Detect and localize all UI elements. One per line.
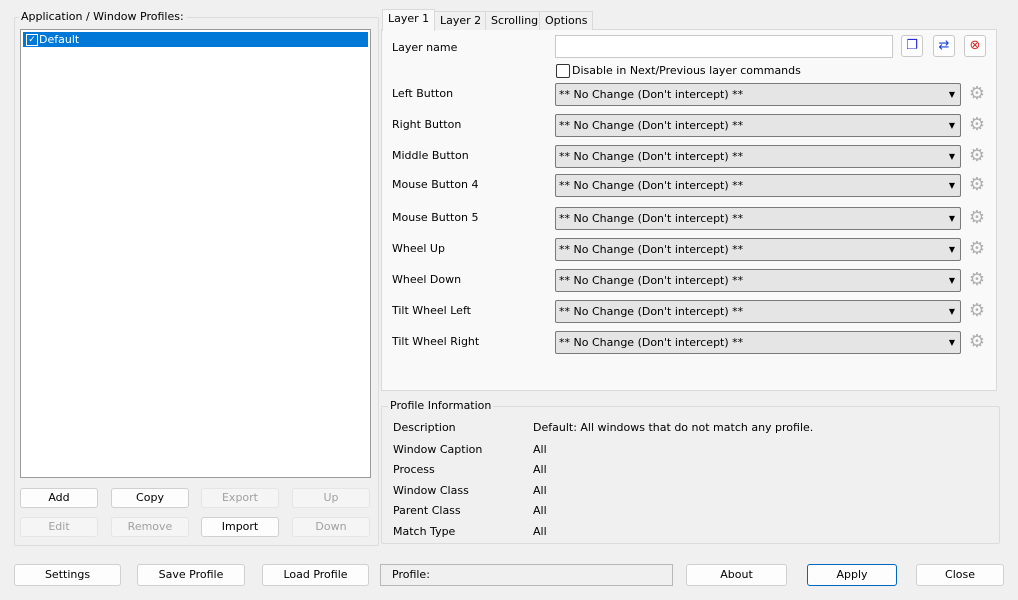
up-button[interactable]: Up bbox=[292, 488, 370, 508]
row-label: Tilt Wheel Left bbox=[392, 304, 471, 317]
info-key: Match Type bbox=[393, 525, 456, 538]
info-value: All bbox=[533, 525, 547, 538]
row-label: Right Button bbox=[392, 118, 462, 131]
dropdown-value: ** No Change (Don't intercept) ** bbox=[559, 179, 744, 192]
chevron-down-icon: ▼ bbox=[948, 276, 955, 285]
layer-name-label: Layer name bbox=[392, 41, 458, 54]
load-profile-button[interactable]: Load Profile bbox=[262, 564, 369, 586]
info-value: All bbox=[533, 443, 547, 456]
info-key: Window Class bbox=[393, 484, 469, 497]
save-profile-button[interactable]: Save Profile bbox=[137, 564, 245, 586]
profile-status-text: Profile: bbox=[392, 568, 430, 581]
action-dropdown[interactable]: ** No Change (Don't intercept) ** ▼ bbox=[555, 145, 961, 168]
export-button[interactable]: Export bbox=[201, 488, 279, 508]
row-label: Wheel Up bbox=[392, 242, 445, 255]
action-dropdown[interactable]: ** No Change (Don't intercept) ** ▼ bbox=[555, 300, 961, 323]
chevron-down-icon: ▼ bbox=[948, 181, 955, 190]
action-dropdown[interactable]: ** No Change (Don't intercept) ** ▼ bbox=[555, 114, 961, 137]
chevron-down-icon: ▼ bbox=[948, 121, 955, 130]
row-label: Mouse Button 5 bbox=[392, 211, 479, 224]
profiles-title: Application / Window Profiles: bbox=[19, 10, 186, 23]
row-label: Middle Button bbox=[392, 149, 469, 162]
profile-status-field: Profile: bbox=[380, 564, 673, 586]
chevron-down-icon: ▼ bbox=[948, 245, 955, 254]
about-button[interactable]: About bbox=[686, 564, 787, 586]
dropdown-value: ** No Change (Don't intercept) ** bbox=[559, 336, 744, 349]
dropdown-value: ** No Change (Don't intercept) ** bbox=[559, 274, 744, 287]
disable-label: Disable in Next/Previous layer commands bbox=[572, 64, 801, 77]
gear-icon[interactable]: ⚙ bbox=[967, 175, 987, 195]
gear-icon[interactable]: ⚙ bbox=[967, 239, 987, 259]
down-button[interactable]: Down bbox=[292, 517, 370, 537]
dropdown-value: ** No Change (Don't intercept) ** bbox=[559, 243, 744, 256]
row-label: Left Button bbox=[392, 87, 454, 100]
action-dropdown[interactable]: ** No Change (Don't intercept) ** ▼ bbox=[555, 207, 961, 230]
info-value: All bbox=[533, 504, 547, 517]
tab-options[interactable]: Options bbox=[539, 11, 594, 30]
chevron-down-icon: ▼ bbox=[948, 90, 955, 99]
action-dropdown[interactable]: ** No Change (Don't intercept) ** ▼ bbox=[555, 174, 961, 197]
info-key: Process bbox=[393, 463, 435, 476]
row-label: Wheel Down bbox=[392, 273, 462, 286]
chevron-down-icon: ▼ bbox=[948, 214, 955, 223]
gear-icon[interactable]: ⚙ bbox=[967, 208, 987, 228]
gear-icon[interactable]: ⚙ bbox=[967, 301, 987, 321]
tab-layer-2[interactable]: Layer 2 bbox=[434, 11, 488, 30]
close-button[interactable]: Close bbox=[916, 564, 1004, 586]
chevron-down-icon: ▼ bbox=[948, 338, 955, 347]
chevron-down-icon: ▼ bbox=[948, 152, 955, 161]
clear-layer-icon[interactable]: ⊗ bbox=[964, 35, 986, 57]
action-dropdown[interactable]: ** No Change (Don't intercept) ** ▼ bbox=[555, 331, 961, 354]
gear-icon[interactable]: ⚙ bbox=[967, 84, 987, 104]
gear-icon[interactable]: ⚙ bbox=[967, 270, 987, 290]
dropdown-value: ** No Change (Don't intercept) ** bbox=[559, 119, 744, 132]
import-button[interactable]: Import bbox=[201, 517, 279, 537]
row-label: Mouse Button 4 bbox=[392, 178, 479, 191]
info-key: Window Caption bbox=[393, 443, 483, 456]
dropdown-value: ** No Change (Don't intercept) ** bbox=[559, 150, 744, 163]
list-item[interactable]: ✓ Default bbox=[23, 32, 368, 47]
action-dropdown[interactable]: ** No Change (Don't intercept) ** ▼ bbox=[555, 83, 961, 106]
remove-button[interactable]: Remove bbox=[111, 517, 189, 537]
add-button[interactable]: Add bbox=[20, 488, 98, 508]
gear-icon[interactable]: ⚙ bbox=[967, 115, 987, 135]
info-value: All bbox=[533, 484, 547, 497]
tab-layer-1[interactable]: Layer 1 bbox=[382, 9, 436, 31]
swap-layers-icon[interactable]: ⇄ bbox=[933, 35, 955, 57]
list-item-label: Default bbox=[39, 33, 80, 46]
profile-info-title: Profile Information bbox=[388, 399, 494, 412]
chevron-down-icon: ▼ bbox=[948, 307, 955, 316]
checkbox-checked-icon[interactable]: ✓ bbox=[26, 34, 38, 46]
dropdown-value: ** No Change (Don't intercept) ** bbox=[559, 88, 744, 101]
disable-checkbox[interactable] bbox=[556, 64, 570, 78]
copy-button[interactable]: Copy bbox=[111, 488, 189, 508]
copy-layer-icon[interactable]: ❐ bbox=[901, 35, 923, 57]
row-label: Tilt Wheel Right bbox=[392, 335, 480, 348]
action-dropdown[interactable]: ** No Change (Don't intercept) ** ▼ bbox=[555, 269, 961, 292]
layer-name-input[interactable] bbox=[555, 35, 893, 58]
edit-button[interactable]: Edit bbox=[20, 517, 98, 537]
tab-scrolling[interactable]: Scrolling bbox=[485, 11, 545, 30]
info-value: Default: All windows that do not match a… bbox=[533, 421, 814, 434]
apply-button[interactable]: Apply bbox=[807, 564, 897, 586]
action-dropdown[interactable]: ** No Change (Don't intercept) ** ▼ bbox=[555, 238, 961, 261]
settings-button[interactable]: Settings bbox=[14, 564, 121, 586]
info-value: All bbox=[533, 463, 547, 476]
gear-icon[interactable]: ⚙ bbox=[967, 332, 987, 352]
dropdown-value: ** No Change (Don't intercept) ** bbox=[559, 212, 744, 225]
dropdown-value: ** No Change (Don't intercept) ** bbox=[559, 305, 744, 318]
info-key: Description bbox=[393, 421, 456, 434]
profiles-list[interactable]: ✓ Default bbox=[20, 29, 371, 478]
gear-icon[interactable]: ⚙ bbox=[967, 146, 987, 166]
info-key: Parent Class bbox=[393, 504, 461, 517]
